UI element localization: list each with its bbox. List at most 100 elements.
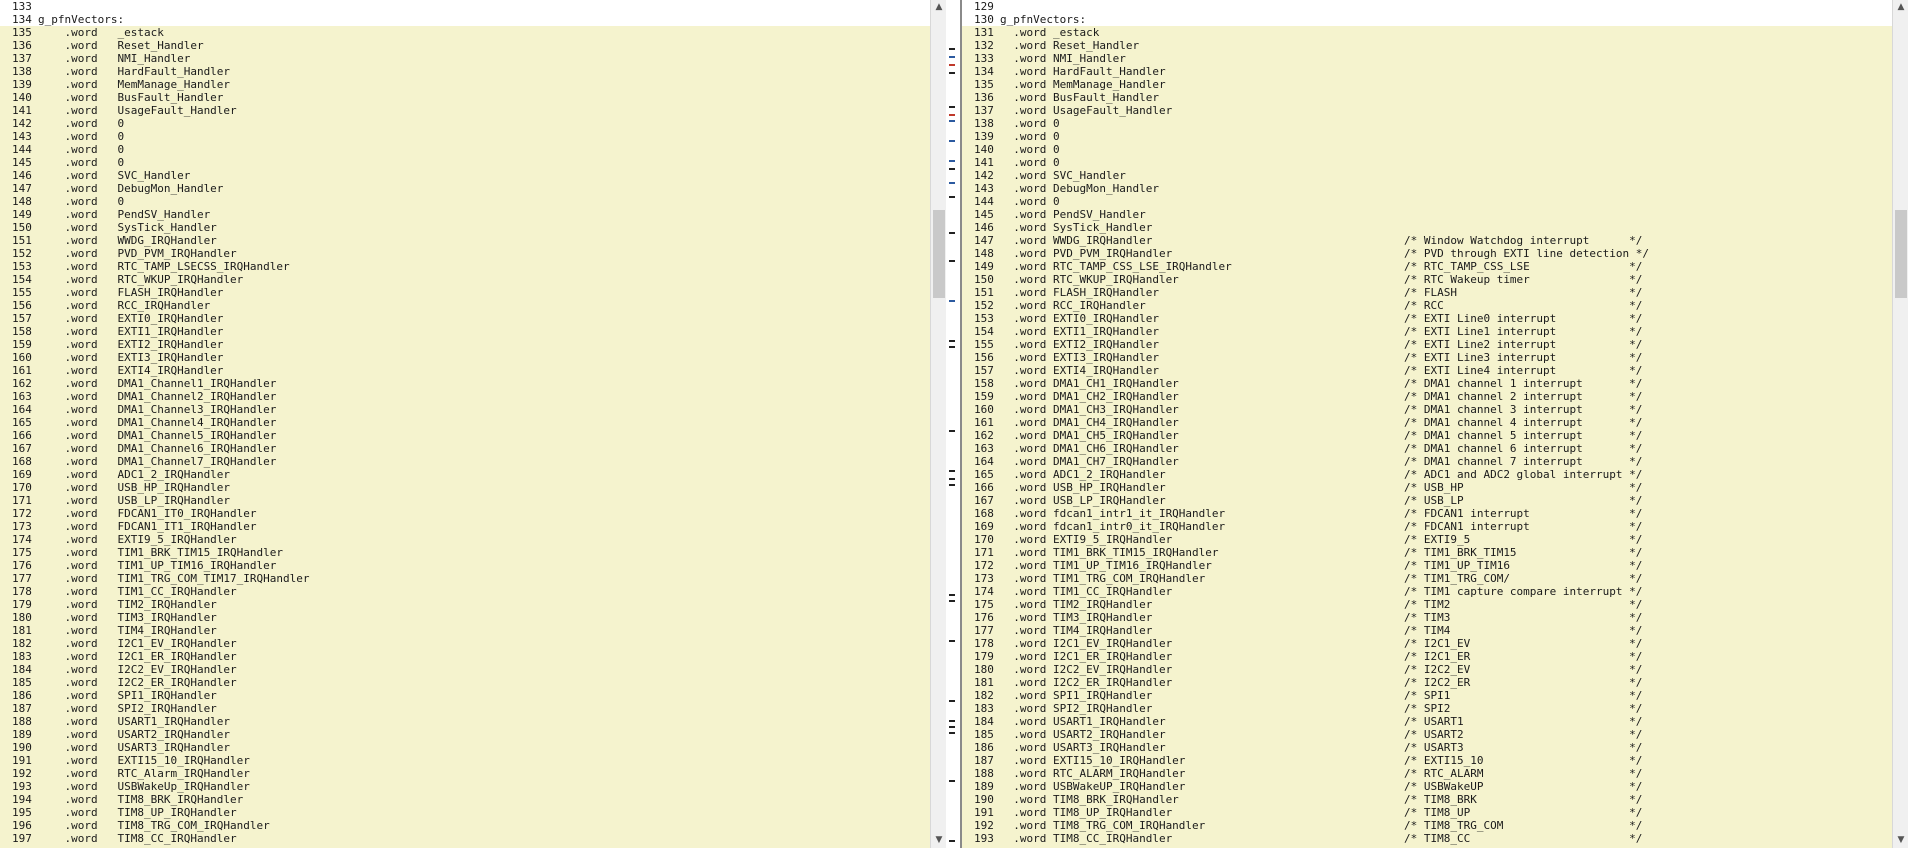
- code-line[interactable]: 175 .word TIM1_BRK_TIM15_IRQHandler: [0, 546, 930, 559]
- code-line[interactable]: 134 .word HardFault_Handler: [962, 65, 1892, 78]
- diff-marker[interactable]: [949, 48, 955, 50]
- code-line[interactable]: 180 .word TIM3_IRQHandler: [0, 611, 930, 624]
- code-line[interactable]: 178 .word TIM1_CC_IRQHandler: [0, 585, 930, 598]
- code-line[interactable]: 134 g_pfnVectors:: [0, 13, 930, 26]
- code-line[interactable]: 165 .word ADC1_2_IRQHandler /* ADC1 and …: [962, 468, 1892, 481]
- code-line[interactable]: 179 .word I2C1_ER_IRQHandler /* I2C1_ER …: [962, 650, 1892, 663]
- diff-marker[interactable]: [949, 594, 955, 596]
- code-line[interactable]: 137 .word UsageFault_Handler: [962, 104, 1892, 117]
- diff-overview-bar[interactable]: [946, 0, 960, 848]
- code-line[interactable]: 150 .word RTC_WKUP_IRQHandler /* RTC Wak…: [962, 273, 1892, 286]
- code-line[interactable]: 170 .word EXTI9_5_IRQHandler /* EXTI9_5 …: [962, 533, 1892, 546]
- code-line[interactable]: 190 .word USART3_IRQHandler: [0, 741, 930, 754]
- code-line[interactable]: 168 .word DMA1_Channel7_IRQHandler: [0, 455, 930, 468]
- code-line[interactable]: 135 .word MemManage_Handler: [962, 78, 1892, 91]
- code-line[interactable]: 183 .word SPI2_IRQHandler /* SPI2 */: [962, 702, 1892, 715]
- diff-marker[interactable]: [949, 196, 955, 198]
- code-line[interactable]: 161 .word EXTI4_IRQHandler: [0, 364, 930, 377]
- code-line[interactable]: 157 .word EXTI4_IRQHandler /* EXTI Line4…: [962, 364, 1892, 377]
- code-line[interactable]: 164 .word DMA1_Channel3_IRQHandler: [0, 403, 930, 416]
- code-line[interactable]: 152 .word RCC_IRQHandler /* RCC */: [962, 299, 1892, 312]
- code-line[interactable]: 192 .word RTC_Alarm_IRQHandler: [0, 767, 930, 780]
- code-line[interactable]: 145 .word PendSV_Handler: [962, 208, 1892, 221]
- diff-marker[interactable]: [949, 720, 955, 722]
- code-line[interactable]: 182 .word I2C1_EV_IRQHandler: [0, 637, 930, 650]
- code-line[interactable]: 173 .word TIM1_TRG_COM_IRQHandler /* TIM…: [962, 572, 1892, 585]
- diff-marker[interactable]: [949, 106, 955, 108]
- code-line[interactable]: 133 .word NMI_Handler: [962, 52, 1892, 65]
- code-line[interactable]: 181 .word TIM4_IRQHandler: [0, 624, 930, 637]
- code-line[interactable]: 189 .word USART2_IRQHandler: [0, 728, 930, 741]
- left-scrollbar-thumb[interactable]: [933, 210, 945, 298]
- code-line[interactable]: 169 .word ADC1_2_IRQHandler: [0, 468, 930, 481]
- diff-marker[interactable]: [949, 840, 955, 842]
- code-line[interactable]: 139 .word 0: [962, 130, 1892, 143]
- code-line[interactable]: 151 .word WWDG_IRQHandler: [0, 234, 930, 247]
- code-line[interactable]: 165 .word DMA1_Channel4_IRQHandler: [0, 416, 930, 429]
- diff-marker[interactable]: [949, 260, 955, 262]
- code-line[interactable]: 137 .word NMI_Handler: [0, 52, 930, 65]
- diff-marker[interactable]: [949, 182, 955, 184]
- code-line[interactable]: 181 .word I2C2_ER_IRQHandler /* I2C2_ER …: [962, 676, 1892, 689]
- diff-marker[interactable]: [949, 64, 955, 66]
- code-line[interactable]: 156 .word EXTI3_IRQHandler /* EXTI Line3…: [962, 351, 1892, 364]
- code-line[interactable]: 157 .word EXTI0_IRQHandler: [0, 312, 930, 325]
- code-line[interactable]: 177 .word TIM4_IRQHandler /* TIM4 */: [962, 624, 1892, 637]
- diff-marker[interactable]: [949, 340, 955, 342]
- code-line[interactable]: 197 .word TIM8_CC_IRQHandler: [0, 832, 930, 845]
- code-line[interactable]: 141 .word 0: [962, 156, 1892, 169]
- code-line[interactable]: 147 .word DebugMon_Handler: [0, 182, 930, 195]
- code-line[interactable]: 159 .word DMA1_CH2_IRQHandler /* DMA1 ch…: [962, 390, 1892, 403]
- code-line[interactable]: 172 .word TIM1_UP_TIM16_IRQHandler /* TI…: [962, 559, 1892, 572]
- code-line[interactable]: 177 .word TIM1_TRG_COM_TIM17_IRQHandler: [0, 572, 930, 585]
- code-line[interactable]: 160 .word EXTI3_IRQHandler: [0, 351, 930, 364]
- diff-marker[interactable]: [949, 300, 955, 302]
- code-line[interactable]: 144 .word 0: [962, 195, 1892, 208]
- diff-marker[interactable]: [949, 72, 955, 74]
- diff-marker[interactable]: [949, 478, 955, 480]
- diff-marker[interactable]: [949, 640, 955, 642]
- code-line[interactable]: 148 .word PVD_PVM_IRQHandler /* PVD thro…: [962, 247, 1892, 260]
- code-line[interactable]: 135 .word _estack: [0, 26, 930, 39]
- diff-marker[interactable]: [949, 140, 955, 142]
- code-line[interactable]: 146 .word SVC_Handler: [0, 169, 930, 182]
- code-line[interactable]: 194 .word TIM8_BRK_IRQHandler: [0, 793, 930, 806]
- code-line[interactable]: 178 .word I2C1_EV_IRQHandler /* I2C1_EV …: [962, 637, 1892, 650]
- diff-marker[interactable]: [949, 430, 955, 432]
- code-line[interactable]: 182 .word SPI1_IRQHandler /* SPI1 */: [962, 689, 1892, 702]
- code-line[interactable]: 166 .word DMA1_Channel5_IRQHandler: [0, 429, 930, 442]
- code-line[interactable]: 163 .word DMA1_CH6_IRQHandler /* DMA1 ch…: [962, 442, 1892, 455]
- code-line[interactable]: 132 .word Reset_Handler: [962, 39, 1892, 52]
- code-line[interactable]: 189 .word USBWakeUP_IRQHandler /* USBWak…: [962, 780, 1892, 793]
- diff-marker[interactable]: [949, 56, 955, 58]
- code-line[interactable]: 196 .word TIM8_TRG_COM_IRQHandler: [0, 819, 930, 832]
- code-line[interactable]: 138 .word 0: [962, 117, 1892, 130]
- code-line[interactable]: 184 .word I2C2_EV_IRQHandler: [0, 663, 930, 676]
- diff-marker[interactable]: [949, 160, 955, 162]
- code-line[interactable]: 193 .word USBWakeUp_IRQHandler: [0, 780, 930, 793]
- diff-marker[interactable]: [949, 232, 955, 234]
- code-line[interactable]: 175 .word TIM2_IRQHandler /* TIM2 */: [962, 598, 1892, 611]
- code-line[interactable]: 136 .word BusFault_Handler: [962, 91, 1892, 104]
- left-diff-pane[interactable]: 133 134 g_pfnVectors: 135 .word _estack 136 …: [0, 0, 930, 848]
- diff-marker[interactable]: [949, 600, 955, 602]
- code-line[interactable]: 153 .word EXTI0_IRQHandler /* EXTI Line0…: [962, 312, 1892, 325]
- code-line[interactable]: 192 .word TIM8_TRG_COM_IRQHandler /* TIM…: [962, 819, 1892, 832]
- code-line[interactable]: 133: [0, 0, 930, 13]
- code-line[interactable]: 166 .word USB_HP_IRQHandler /* USB_HP */: [962, 481, 1892, 494]
- right-diff-pane[interactable]: 129 130 g_pfnVectors: 131 .word _estack 132 …: [962, 0, 1892, 848]
- code-line[interactable]: 145 .word 0: [0, 156, 930, 169]
- diff-marker[interactable]: [949, 168, 955, 170]
- right-scrollbar-thumb[interactable]: [1895, 210, 1907, 298]
- code-line[interactable]: 183 .word I2C1_ER_IRQHandler: [0, 650, 930, 663]
- diff-marker[interactable]: [949, 732, 955, 734]
- code-line[interactable]: 162 .word DMA1_Channel1_IRQHandler: [0, 377, 930, 390]
- diff-marker[interactable]: [949, 700, 955, 702]
- diff-marker[interactable]: [949, 114, 955, 116]
- code-line[interactable]: 129: [962, 0, 1892, 13]
- right-scrollbar[interactable]: ▲ ▼: [1892, 0, 1908, 848]
- code-line[interactable]: 184 .word USART1_IRQHandler /* USART1 */: [962, 715, 1892, 728]
- diff-marker[interactable]: [949, 780, 955, 782]
- code-line[interactable]: 142 .word 0: [0, 117, 930, 130]
- code-line[interactable]: 170 .word USB_HP_IRQHandler: [0, 481, 930, 494]
